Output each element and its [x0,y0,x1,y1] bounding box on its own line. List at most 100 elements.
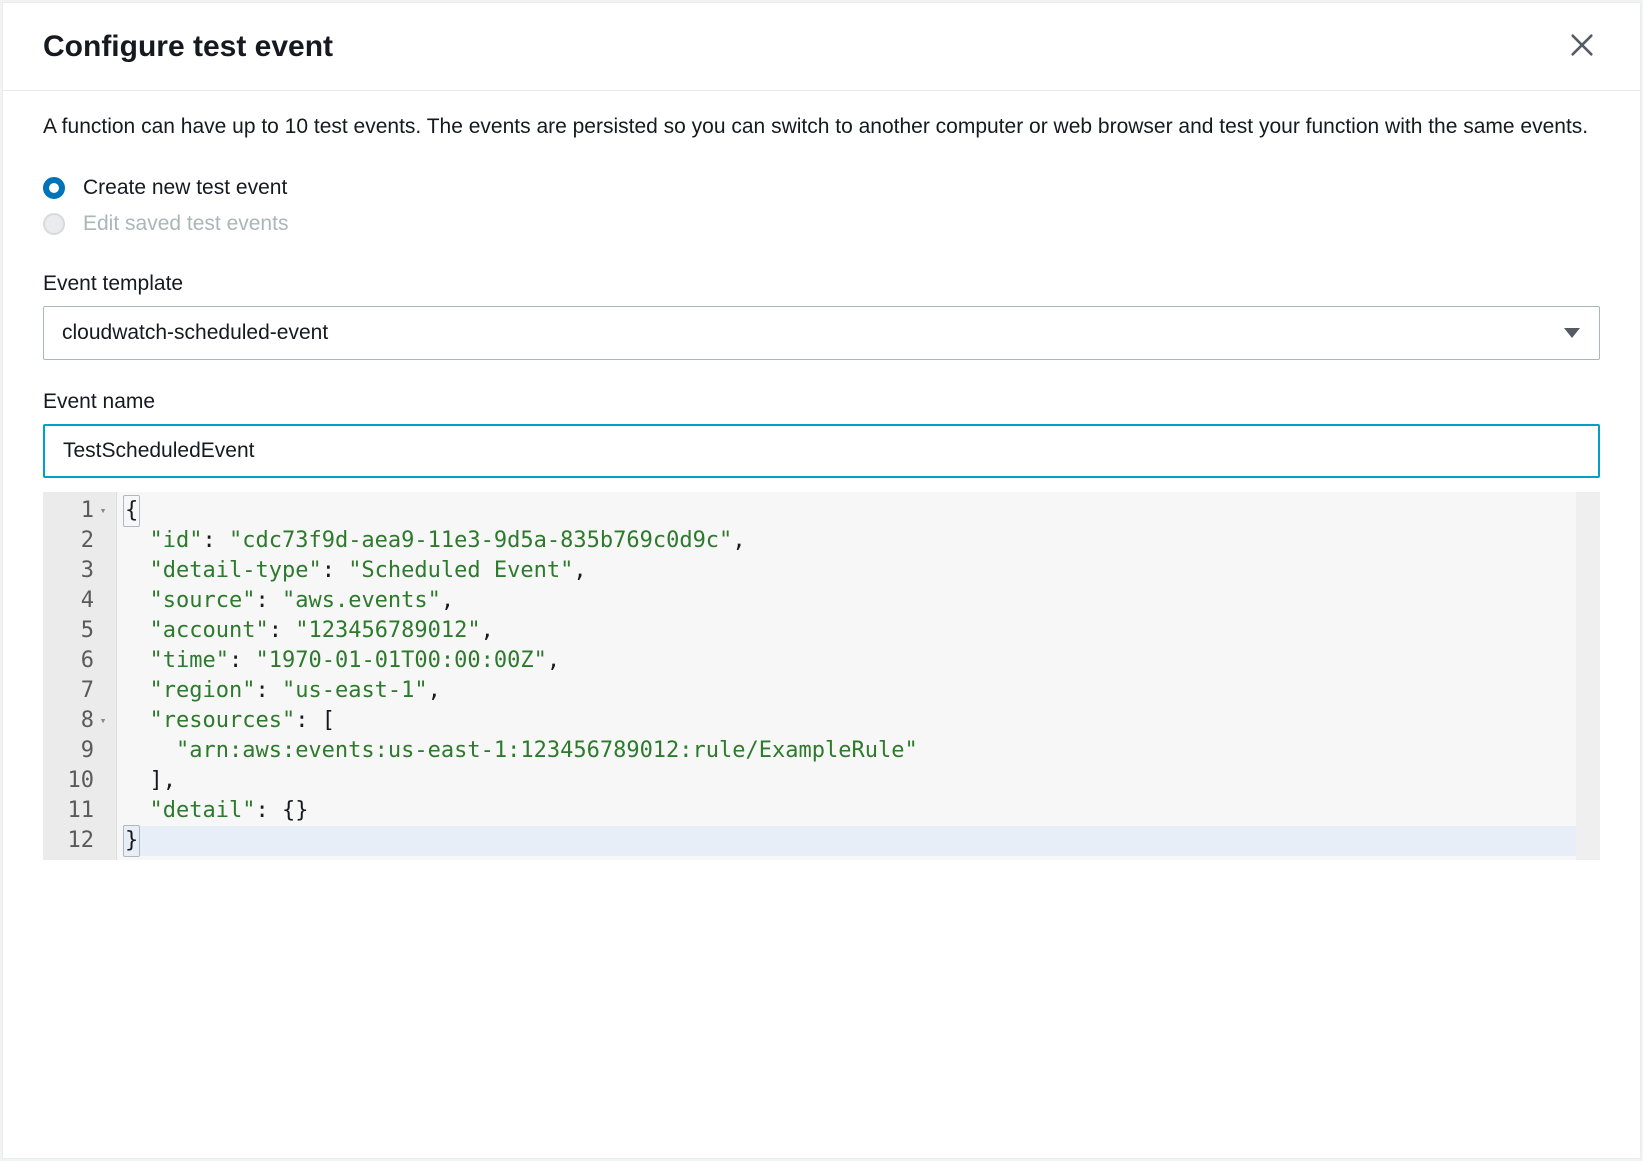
code-token [123,796,150,826]
json-editor[interactable]: 1▾2345678▾9101112 { "id": "cdc73f9d-aea9… [43,492,1600,860]
editor-gutter: 1▾2345678▾9101112 [43,492,117,860]
code-token: , [573,556,586,586]
code-token: "time" [150,646,229,676]
radio-unselected-icon [43,213,65,235]
event-template-select[interactable]: cloudwatch-scheduled-event [43,306,1600,360]
editor-surface[interactable]: { "id": "cdc73f9d-aea9-11e3-9d5a-835b769… [117,492,1576,860]
code-token: : [322,556,349,586]
gutter-line: 6 [59,646,108,676]
code-line[interactable]: "account": "123456789012", [123,616,1576,646]
code-token: : [ [295,706,335,736]
gutter-line: 12 [59,826,108,856]
code-token: } [123,825,140,857]
code-token: "123456789012" [295,616,480,646]
modal-title: Configure test event [43,30,333,64]
line-number: 7 [81,676,94,706]
gutter-line: 11 [59,796,108,826]
code-token: "detail" [150,796,256,826]
code-token [123,586,150,616]
code-token: "resources" [150,706,296,736]
radio-edit-saved: Edit saved test events [43,212,1600,236]
line-number: 5 [81,616,94,646]
code-token: , [732,526,745,556]
code-token: : [255,586,282,616]
code-token: "account" [150,616,269,646]
gutter-line: 1▾ [59,496,108,526]
code-line[interactable]: "source": "aws.events", [123,586,1576,616]
code-token: "cdc73f9d-aea9-11e3-9d5a-835b769c0d9c" [229,526,732,556]
code-token: : [229,646,256,676]
code-token [123,646,150,676]
code-line[interactable]: "detail-type": "Scheduled Event", [123,556,1576,586]
code-token: "Scheduled Event" [348,556,573,586]
line-number: 2 [81,526,94,556]
gutter-line: 2 [59,526,108,556]
line-number: 10 [68,766,95,796]
event-template-select-wrap: cloudwatch-scheduled-event [43,306,1600,360]
radio-edit-label: Edit saved test events [83,212,288,236]
code-token: : [269,616,296,646]
code-token: ], [123,766,176,796]
code-line[interactable]: "resources": [ [123,706,1576,736]
code-token: "us-east-1" [282,676,428,706]
code-token: "source" [150,586,256,616]
code-line[interactable]: } [123,826,1576,856]
code-line[interactable]: "arn:aws:events:us-east-1:123456789012:r… [123,736,1576,766]
code-token: "1970-01-01T00:00:00Z" [255,646,546,676]
code-token [123,526,150,556]
modal-body: A function can have up to 10 test events… [3,91,1640,890]
code-token: : [255,676,282,706]
code-token: "detail-type" [150,556,322,586]
line-number: 6 [81,646,94,676]
gutter-line: 9 [59,736,108,766]
line-number: 3 [81,556,94,586]
fold-toggle-icon[interactable]: ▾ [98,706,108,736]
gutter-line: 4 [59,586,108,616]
code-line[interactable]: "detail": {} [123,796,1576,826]
gutter-line: 8▾ [59,706,108,736]
code-token: "region" [150,676,256,706]
radio-create-new[interactable]: Create new test event [43,176,1600,200]
code-token: , [441,586,454,616]
code-token [123,616,150,646]
event-mode-radio-group: Create new test event Edit saved test ev… [43,176,1600,236]
line-number: 8 [81,706,94,736]
modal-header: Configure test event [3,3,1640,91]
code-line[interactable]: "id": "cdc73f9d-aea9-11e3-9d5a-835b769c0… [123,526,1576,556]
close-button[interactable] [1564,27,1600,66]
event-name-input[interactable] [43,424,1600,478]
code-token: : {} [255,796,308,826]
event-name-label: Event name [43,390,1600,414]
configure-test-event-modal: Configure test event A function can have… [2,2,1641,1159]
modal-description: A function can have up to 10 test events… [43,111,1600,144]
fold-toggle-icon[interactable]: ▾ [98,496,108,526]
line-number: 12 [68,826,95,856]
event-template-label: Event template [43,272,1600,296]
gutter-line: 5 [59,616,108,646]
code-token: "arn:aws:events:us-east-1:123456789012:r… [176,736,918,766]
code-token [123,736,176,766]
code-line[interactable]: "time": "1970-01-01T00:00:00Z", [123,646,1576,676]
radio-create-label: Create new test event [83,176,287,200]
gutter-line: 10 [59,766,108,796]
code-line[interactable]: ], [123,766,1576,796]
code-token: , [481,616,494,646]
code-token: , [547,646,560,676]
gutter-line: 3 [59,556,108,586]
code-token [123,706,150,736]
code-line[interactable]: { [123,496,1576,526]
code-line[interactable]: "region": "us-east-1", [123,676,1576,706]
editor-scrollbar[interactable] [1576,492,1600,860]
line-number: 1 [81,496,94,526]
code-token: { [123,495,140,527]
radio-selected-icon [43,177,65,199]
code-token [123,676,150,706]
code-token: "id" [150,526,203,556]
close-icon [1568,31,1596,62]
event-template-value: cloudwatch-scheduled-event [62,321,328,345]
line-number: 4 [81,586,94,616]
line-number: 9 [81,736,94,766]
code-token: "aws.events" [282,586,441,616]
code-token: , [428,676,441,706]
code-token: : [202,526,229,556]
